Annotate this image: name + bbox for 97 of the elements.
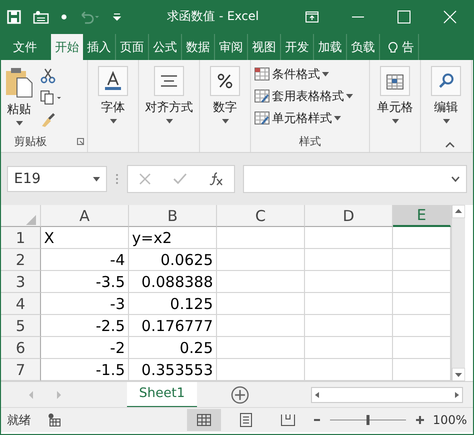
caret-icon[interactable] <box>334 116 341 120</box>
styles-menu-button[interactable]: 单元格样式 <box>272 110 332 126</box>
zoom-level[interactable]: 100% <box>432 413 467 427</box>
check-icon[interactable] <box>173 173 187 185</box>
grip-icon <box>115 173 119 185</box>
row-header[interactable]: 7 <box>1 359 41 381</box>
align-center-icon <box>160 74 178 88</box>
table-cell: -3.5 <box>41 271 129 293</box>
row-header[interactable]: 2 <box>1 249 41 271</box>
formula-field[interactable] <box>243 165 467 193</box>
copy-icon[interactable] <box>40 90 62 106</box>
column-header[interactable]: E <box>393 205 451 227</box>
page-break-icon <box>280 414 295 426</box>
column-header[interactable]: B <box>129 205 217 227</box>
styles-menu-button[interactable]: 条件格式 <box>272 66 320 82</box>
table-cell: -2.5 <box>41 315 129 337</box>
table-style-icon <box>254 89 270 103</box>
caret-icon[interactable] <box>110 119 116 124</box>
grid-icon <box>196 414 211 426</box>
ribbon-button[interactable]: 字体 <box>101 99 125 116</box>
name-box[interactable]: E19 <box>7 166 107 192</box>
save-icon[interactable] <box>7 10 21 24</box>
expand-caret-icon[interactable] <box>451 176 460 182</box>
page-icon <box>240 413 252 427</box>
group-label: 剪贴板 <box>14 134 47 149</box>
scroll-up-icon[interactable] <box>452 205 465 218</box>
table-cell <box>393 249 451 271</box>
table-cell: -4 <box>41 249 129 271</box>
table-cell <box>393 337 451 359</box>
row-header[interactable]: 4 <box>1 293 41 315</box>
ribbon-tab[interactable]: 开始 <box>51 34 83 60</box>
scroll-down-icon[interactable] <box>452 368 465 381</box>
customize-caret-icon[interactable] <box>113 12 121 20</box>
horizontal-scrollbar[interactable] <box>311 386 463 402</box>
ribbon-button[interactable]: 对齐方式 <box>145 99 193 116</box>
table-cell <box>393 271 451 293</box>
table-cell: y=x2 <box>129 227 217 249</box>
lightbulb-icon <box>388 40 398 54</box>
table-cell: -2 <box>41 337 129 359</box>
ribbon-display-icon[interactable] <box>305 10 319 22</box>
row-header[interactable]: 3 <box>1 271 41 293</box>
table-cell <box>393 315 451 337</box>
row-header[interactable]: 5 <box>1 315 41 337</box>
form-icon[interactable] <box>33 10 49 24</box>
paste-button[interactable]: 粘贴 <box>7 101 31 118</box>
dot-icon[interactable] <box>61 14 67 20</box>
caret-icon[interactable] <box>346 94 353 98</box>
normal-view-button[interactable] <box>186 409 221 431</box>
group-label: 样式 <box>299 135 321 148</box>
column-header[interactable]: A <box>41 205 129 227</box>
table-cell: 0.25 <box>129 337 217 359</box>
table-cell: 0.176777 <box>129 315 217 337</box>
dialog-launcher-icon[interactable] <box>77 138 84 145</box>
clipboard-icon <box>5 66 33 98</box>
row-header[interactable]: 6 <box>1 337 41 359</box>
letter-a-icon <box>102 70 124 92</box>
brush-icon[interactable] <box>40 112 56 128</box>
sheet-tab[interactable]: Sheet1 <box>127 382 197 408</box>
function-icon[interactable] <box>209 172 223 186</box>
caret-icon[interactable] <box>222 119 228 124</box>
macro-record-icon[interactable] <box>47 413 61 427</box>
table-cell <box>393 293 451 315</box>
column-header[interactable]: D <box>305 205 393 227</box>
scissors-icon[interactable] <box>40 68 56 84</box>
caret-icon[interactable] <box>322 72 329 76</box>
percent-icon <box>217 73 233 89</box>
table-style-icon <box>254 67 270 81</box>
vertical-scrollbar[interactable] <box>451 205 465 381</box>
caret-icon[interactable] <box>16 121 22 126</box>
zoom-slider[interactable] <box>328 413 407 427</box>
ribbon-tab[interactable]: 文件 <box>7 34 51 60</box>
caret-icon[interactable] <box>392 119 398 124</box>
table-cell: -3 <box>41 293 129 315</box>
ribbon-button[interactable]: 数字 <box>213 99 237 116</box>
table-style-icon <box>254 111 270 125</box>
caret-icon[interactable] <box>442 119 450 124</box>
ribbon-button[interactable]: 编辑 <box>434 99 458 116</box>
row-header[interactable]: 1 <box>1 227 41 249</box>
caret-icon[interactable] <box>93 176 100 182</box>
ribbon-button[interactable]: 单元格 <box>377 99 413 116</box>
window-title: 求函数值 - Excel <box>166 8 260 25</box>
collapse-ribbon-icon[interactable] <box>445 142 455 148</box>
maximize-icon[interactable] <box>397 10 411 24</box>
column-header[interactable]: C <box>217 205 305 227</box>
zoom-thumb[interactable] <box>366 415 370 425</box>
table-cell: 0.125 <box>129 293 217 315</box>
table-cell: X <box>41 227 129 249</box>
caret-icon[interactable] <box>166 119 172 124</box>
status-text: 就绪 <box>7 412 31 428</box>
corner-triangle-icon <box>26 214 36 224</box>
table-cell: 0.088388 <box>129 271 217 293</box>
table-cell: 0.0625 <box>129 249 217 271</box>
close-icon[interactable] <box>443 10 457 24</box>
zoom-in-icon[interactable] <box>414 413 425 427</box>
styles-menu-button[interactable]: 套用表格格式 <box>272 88 344 104</box>
table-cell <box>393 227 451 249</box>
add-sheet-icon[interactable] <box>230 386 249 404</box>
